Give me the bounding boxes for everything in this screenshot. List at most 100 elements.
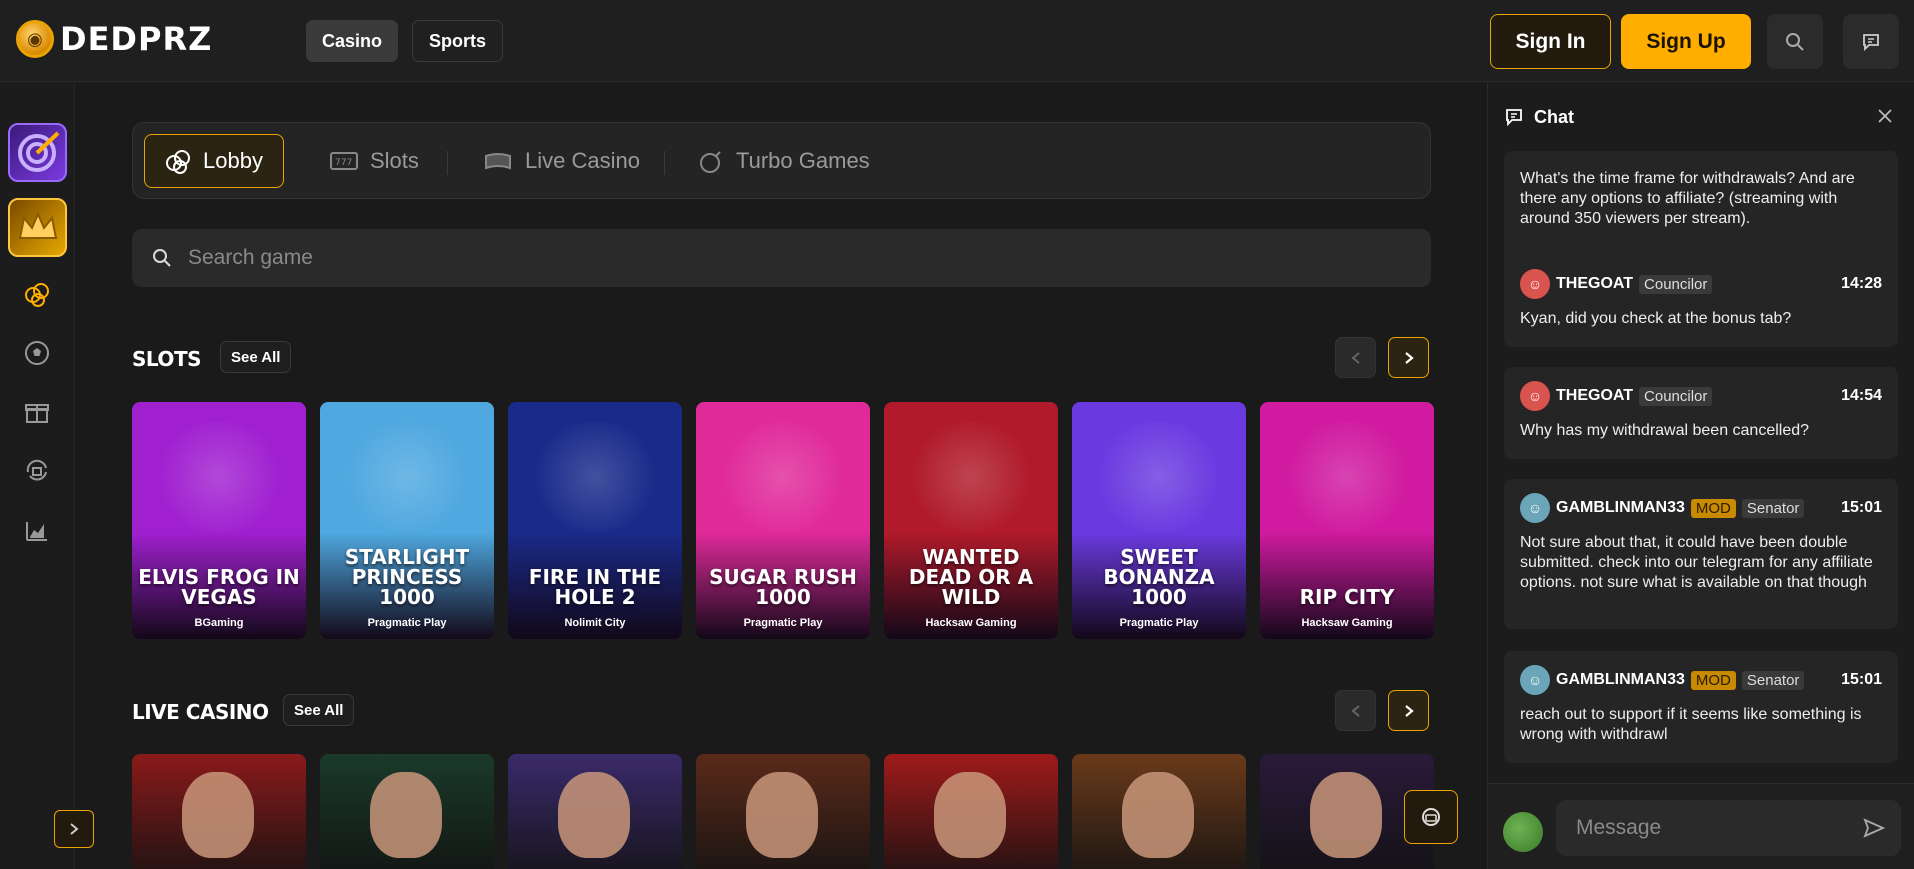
slots-prev-button[interactable] [1335, 337, 1376, 378]
dealer-image [1122, 772, 1194, 858]
chat-toggle-button[interactable] [1843, 14, 1899, 69]
tab-lobby-label: Lobby [203, 148, 263, 173]
soccer-ball-icon[interactable] [22, 338, 52, 368]
game-art [1280, 422, 1414, 532]
mod-badge: MOD [1690, 670, 1736, 690]
message-time: 14:28 [1841, 275, 1882, 292]
live-table-card[interactable] [884, 754, 1058, 869]
game-card[interactable]: Rip City Hacksaw Gaming [1260, 402, 1434, 639]
chat-message: ☺ GAMBLINMAN33 MOD Senator 15:01 Not sur… [1504, 479, 1898, 629]
message-input[interactable] [1576, 816, 1863, 840]
game-provider: Hacksaw Gaming [1301, 617, 1393, 629]
casino-chips-icon[interactable] [22, 279, 52, 309]
search-icon [1786, 32, 1804, 51]
game-card[interactable]: Starlight Princess 1000 Pragmatic Play [320, 402, 494, 639]
sidebar-expand-button[interactable] [54, 810, 94, 848]
gift-icon[interactable] [22, 397, 52, 427]
sign-in-button[interactable]: Sign In [1490, 14, 1611, 69]
username[interactable]: THEGOAT [1556, 275, 1633, 293]
avatar[interactable]: ☺ [1520, 665, 1550, 695]
live-casino-prev-button[interactable] [1335, 690, 1376, 731]
left-sidebar [0, 83, 94, 869]
tab-turbo-games[interactable]: Turbo Games [678, 134, 890, 188]
tab-divider [664, 151, 665, 175]
chat-message: ☺ THEGOAT Councilor 14:28 Kyan, did you … [1504, 255, 1898, 347]
tab-slots[interactable]: 777 Slots [310, 134, 439, 188]
username[interactable]: THEGOAT [1556, 387, 1633, 405]
support-button[interactable] [1404, 790, 1458, 844]
message-text: Not sure about that, it could have been … [1520, 534, 1873, 591]
avatar[interactable]: ☺ [1520, 381, 1550, 411]
game-card[interactable]: Elvis Frog in Vegas BGaming [132, 402, 306, 639]
refresh-shield-icon[interactable] [22, 456, 52, 486]
nav-sports[interactable]: Sports [412, 20, 504, 62]
slot-machine-icon: 777 [330, 152, 358, 170]
chat-bubble-icon [1506, 109, 1522, 127]
message-time: 15:01 [1841, 671, 1882, 688]
game-provider: Hacksaw Gaming [925, 617, 1017, 629]
search-button[interactable] [1767, 14, 1823, 69]
search-icon [153, 249, 171, 267]
promo-crown-icon[interactable] [8, 198, 67, 257]
username[interactable]: GAMBLINMAN33 [1556, 499, 1685, 517]
game-art [904, 422, 1038, 532]
live-table-card[interactable] [320, 754, 494, 869]
dealer-image [1310, 772, 1382, 858]
game-title: Wanted Dead or a Wild [908, 545, 1034, 609]
message-time: 15:01 [1841, 499, 1882, 516]
game-title: Elvis Frog in Vegas [138, 565, 300, 609]
logo[interactable]: ◉ DEDPRZ [16, 20, 212, 58]
logo-coin-icon: ◉ [16, 20, 54, 58]
live-table-card[interactable] [696, 754, 870, 869]
dealer-image [558, 772, 630, 858]
game-card[interactable]: Sweet Bonanza 1000 Pragmatic Play [1072, 402, 1246, 639]
chat-input-box [1556, 800, 1901, 856]
rank-badge: Senator [1741, 670, 1805, 690]
chat-header: Chat [1488, 83, 1914, 151]
live-table-card[interactable] [508, 754, 682, 869]
chevron-right-icon [1404, 704, 1414, 717]
tab-turbo-games-label: Turbo Games [736, 148, 870, 173]
nav-casino[interactable]: Casino [306, 20, 399, 62]
slots-see-all-button[interactable]: See All [220, 341, 292, 373]
chevron-right-icon [1404, 351, 1414, 364]
dealer-image [746, 772, 818, 858]
live-casino-see-all-button[interactable]: See All [283, 694, 355, 726]
live-table-card[interactable] [132, 754, 306, 869]
message-text: Why has my withdrawal been cancelled? [1520, 422, 1810, 439]
game-provider: BGaming [194, 617, 244, 629]
username[interactable]: GAMBLINMAN33 [1556, 671, 1685, 689]
chat-panel: Chat What's the time frame for withdrawa… [1487, 83, 1914, 869]
sign-up-button[interactable]: Sign Up [1621, 14, 1751, 69]
chat-close-button[interactable] [1874, 105, 1896, 127]
game-art [340, 422, 474, 532]
game-card[interactable]: Wanted Dead or a Wild Hacksaw Gaming [884, 402, 1058, 639]
chat-message: ☺ GAMBLINMAN33 MOD Senator 15:01 reach o… [1504, 651, 1898, 763]
dealer-image [182, 772, 254, 858]
game-card[interactable]: Sugar Rush 1000 Pragmatic Play [696, 402, 870, 639]
game-card[interactable]: Fire in the Hole 2 Nolimit City [508, 402, 682, 639]
slots-section-title: SLOTS [132, 347, 201, 371]
send-icon[interactable] [1863, 817, 1885, 839]
search-input[interactable] [188, 246, 1088, 270]
chevron-left-icon [1350, 351, 1360, 364]
rank-badge: Senator [1741, 498, 1805, 518]
dealer-image [370, 772, 442, 858]
promo-target-icon[interactable] [8, 123, 67, 182]
stats-chart-icon[interactable] [22, 516, 52, 546]
game-art [1092, 422, 1226, 532]
avatar[interactable]: ☺ [1520, 269, 1550, 299]
chat-message: ☺ THEGOAT Councilor 14:54 Why has my wit… [1504, 367, 1898, 459]
game-art [528, 422, 662, 532]
tab-live-casino[interactable]: Live Casino [463, 134, 660, 188]
game-title: Sweet Bonanza 1000 [1103, 545, 1215, 609]
logo-text: DEDPRZ [60, 20, 213, 58]
game-provider: Nolimit City [564, 617, 626, 629]
emoji-picker-icon[interactable] [1503, 812, 1543, 852]
live-casino-section-title: LIVE CASINO [132, 700, 269, 724]
avatar[interactable]: ☺ [1520, 493, 1550, 523]
slots-next-button[interactable] [1388, 337, 1429, 378]
tab-lobby[interactable]: Lobby [144, 134, 284, 188]
live-table-card[interactable] [1072, 754, 1246, 869]
live-casino-next-button[interactable] [1388, 690, 1429, 731]
